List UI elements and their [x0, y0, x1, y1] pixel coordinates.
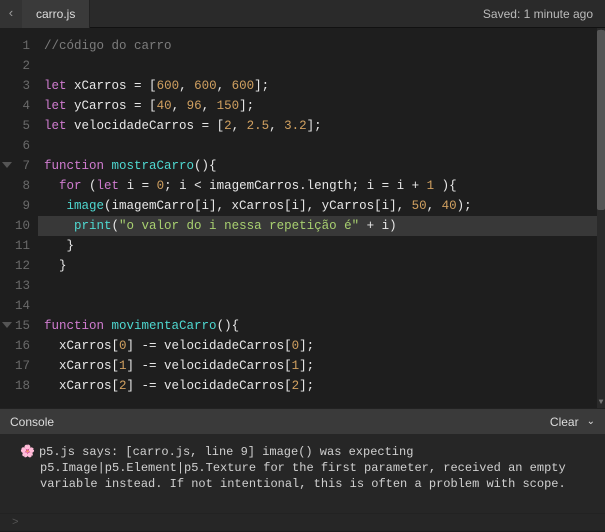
- line-number: 14: [0, 296, 38, 316]
- code-line: [44, 276, 605, 296]
- console-title: Console: [10, 415, 54, 429]
- console-prompt[interactable]: >: [0, 513, 605, 531]
- console-message: p5.js says: [carro.js, line 9] image() w…: [39, 445, 566, 491]
- tab-prev-button[interactable]: ‹: [0, 0, 22, 28]
- line-number: 13: [0, 276, 38, 296]
- line-number: 7: [0, 156, 38, 176]
- code-line: xCarros[2] -= velocidadeCarros[2];: [44, 376, 605, 396]
- code-line: function mostraCarro(){: [44, 156, 605, 176]
- line-number: 5: [0, 116, 38, 136]
- code-line: image(imagemCarro[i], xCarros[i], yCarro…: [44, 196, 605, 216]
- code-line: //código do carro: [44, 36, 605, 56]
- scroll-down-icon[interactable]: ▼: [597, 398, 605, 408]
- code-line: }: [44, 256, 605, 276]
- line-number: 18: [0, 376, 38, 396]
- line-number: 10: [0, 216, 38, 236]
- save-status: Saved: 1 minute ago: [483, 7, 605, 21]
- code-line: function movimentaCarro(){: [44, 316, 605, 336]
- code-line-active: print("o valor do i nessa repetição é" +…: [38, 216, 605, 236]
- code-editor[interactable]: 1 2 3 4 5 6 7 8 9 10 11 12 13 14 15 16 1…: [0, 28, 605, 408]
- console-header: Console Clear ⌄: [0, 408, 605, 434]
- code-line: let xCarros = [600, 600, 600];: [44, 76, 605, 96]
- line-number: 2: [0, 56, 38, 76]
- code-line: let velocidadeCarros = [2, 2.5, 3.2];: [44, 116, 605, 136]
- line-number: 16: [0, 336, 38, 356]
- code-line: }: [44, 236, 605, 256]
- code-line: xCarros[0] -= velocidadeCarros[0];: [44, 336, 605, 356]
- scrollbar-thumb[interactable]: [597, 30, 605, 210]
- flower-icon: 🌸: [20, 445, 35, 459]
- vertical-scrollbar[interactable]: ▲ ▼: [597, 28, 605, 408]
- file-tab[interactable]: carro.js: [22, 0, 90, 28]
- line-number-gutter: 1 2 3 4 5 6 7 8 9 10 11 12 13 14 15 16 1…: [0, 28, 38, 408]
- line-number: 8: [0, 176, 38, 196]
- code-line: [44, 136, 605, 156]
- line-number: 17: [0, 356, 38, 376]
- code-line: xCarros[1] -= velocidadeCarros[1];: [44, 356, 605, 376]
- tab-bar: ‹ carro.js Saved: 1 minute ago: [0, 0, 605, 28]
- code-line: [44, 296, 605, 316]
- line-number: 4: [0, 96, 38, 116]
- chevron-left-icon: ‹: [7, 6, 15, 21]
- code-line: for (let i = 0; i < imagemCarros.length;…: [44, 176, 605, 196]
- line-number: 12: [0, 256, 38, 276]
- line-number: 3: [0, 76, 38, 96]
- line-number: 9: [0, 196, 38, 216]
- console-clear-button[interactable]: Clear: [550, 415, 579, 429]
- code-line: let yCarros = [40, 96, 150];: [44, 96, 605, 116]
- code-line: [44, 56, 605, 76]
- code-area[interactable]: //código do carro let xCarros = [600, 60…: [38, 28, 605, 408]
- console-output: 🌸 p5.js says: [carro.js, line 9] image() …: [0, 434, 605, 513]
- chevron-down-icon[interactable]: ⌄: [587, 416, 595, 427]
- line-number: 6: [0, 136, 38, 156]
- line-number: 1: [0, 36, 38, 56]
- line-number: 11: [0, 236, 38, 256]
- line-number: 15: [0, 316, 38, 336]
